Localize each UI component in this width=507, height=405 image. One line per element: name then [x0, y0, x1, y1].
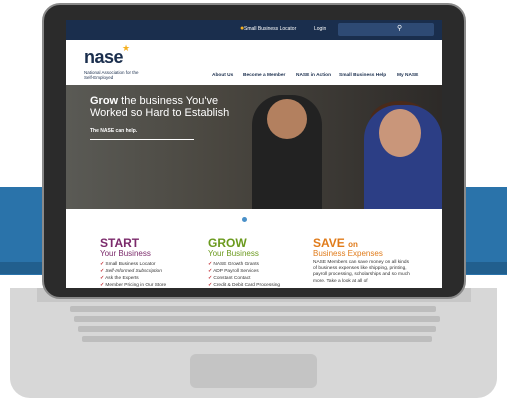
grow-item[interactable]: ✓ NASE Growth Grants [208, 262, 259, 267]
search-icon[interactable]: ⚲ [397, 24, 402, 32]
carousel-dot-1[interactable] [234, 217, 239, 222]
hero-face-woman [379, 109, 421, 157]
start-item[interactable]: ✓ Member Pricing in Our Store [100, 283, 166, 288]
grow-item[interactable]: ✓ Credit & Debit Card Processing [208, 283, 280, 288]
nav-become-member[interactable]: Become a Member [243, 73, 285, 78]
keyboard-row [78, 326, 436, 332]
grow-heading: GROW [208, 236, 247, 250]
grow-subheading: Your Business [208, 249, 259, 258]
nase-logo[interactable]: nase [84, 47, 124, 68]
hero-divider [90, 139, 194, 140]
save-subheading: Business Expenses [313, 249, 383, 258]
laptop-screen: ● Small Business Locator Login ⚲ nase ★ … [66, 20, 442, 288]
start-subheading: Your Business [100, 249, 151, 258]
nav-small-business-help[interactable]: Small Business Help [339, 73, 386, 78]
start-item[interactable]: ✓ Small Business Locator [100, 262, 156, 267]
save-body: NASE Members can save money on all kinds… [313, 260, 410, 284]
top-bar: ● Small Business Locator Login ⚲ [66, 20, 442, 40]
nav-nase-in-action[interactable]: NASE in Action [296, 73, 331, 78]
hero-subtitle: The NASE can help. [90, 128, 138, 134]
nav-about-us[interactable]: About Us [212, 73, 233, 78]
keyboard-row [70, 306, 436, 312]
nav-my-nase[interactable]: My NASE [397, 73, 418, 78]
start-item[interactable]: ✓ Self-Informed Subscription [100, 269, 162, 274]
grow-item[interactable]: ✓ ADP Payroll Services [208, 269, 259, 274]
start-heading: START [100, 236, 140, 250]
grow-item[interactable]: ✓ Constant Contact [208, 276, 250, 281]
carousel-dot-2[interactable] [242, 217, 247, 222]
logo-tagline: National Association for the Self-Employ… [84, 70, 139, 80]
save-heading: SAVE on [313, 236, 358, 250]
small-business-locator-link[interactable]: Small Business Locator [244, 26, 296, 32]
keyboard-row [82, 336, 432, 342]
start-item[interactable]: ✓ Ask the Experts [100, 276, 139, 281]
search-input[interactable] [338, 23, 434, 36]
trackpad [190, 354, 317, 388]
hero-title: Grow the business You've Worked so Hard … [90, 95, 230, 119]
hero-face-man [267, 99, 307, 139]
star-icon: ★ [122, 43, 131, 53]
login-link[interactable]: Login [314, 26, 326, 32]
keyboard-row [74, 316, 440, 322]
carousel-dot-3[interactable] [250, 217, 255, 222]
